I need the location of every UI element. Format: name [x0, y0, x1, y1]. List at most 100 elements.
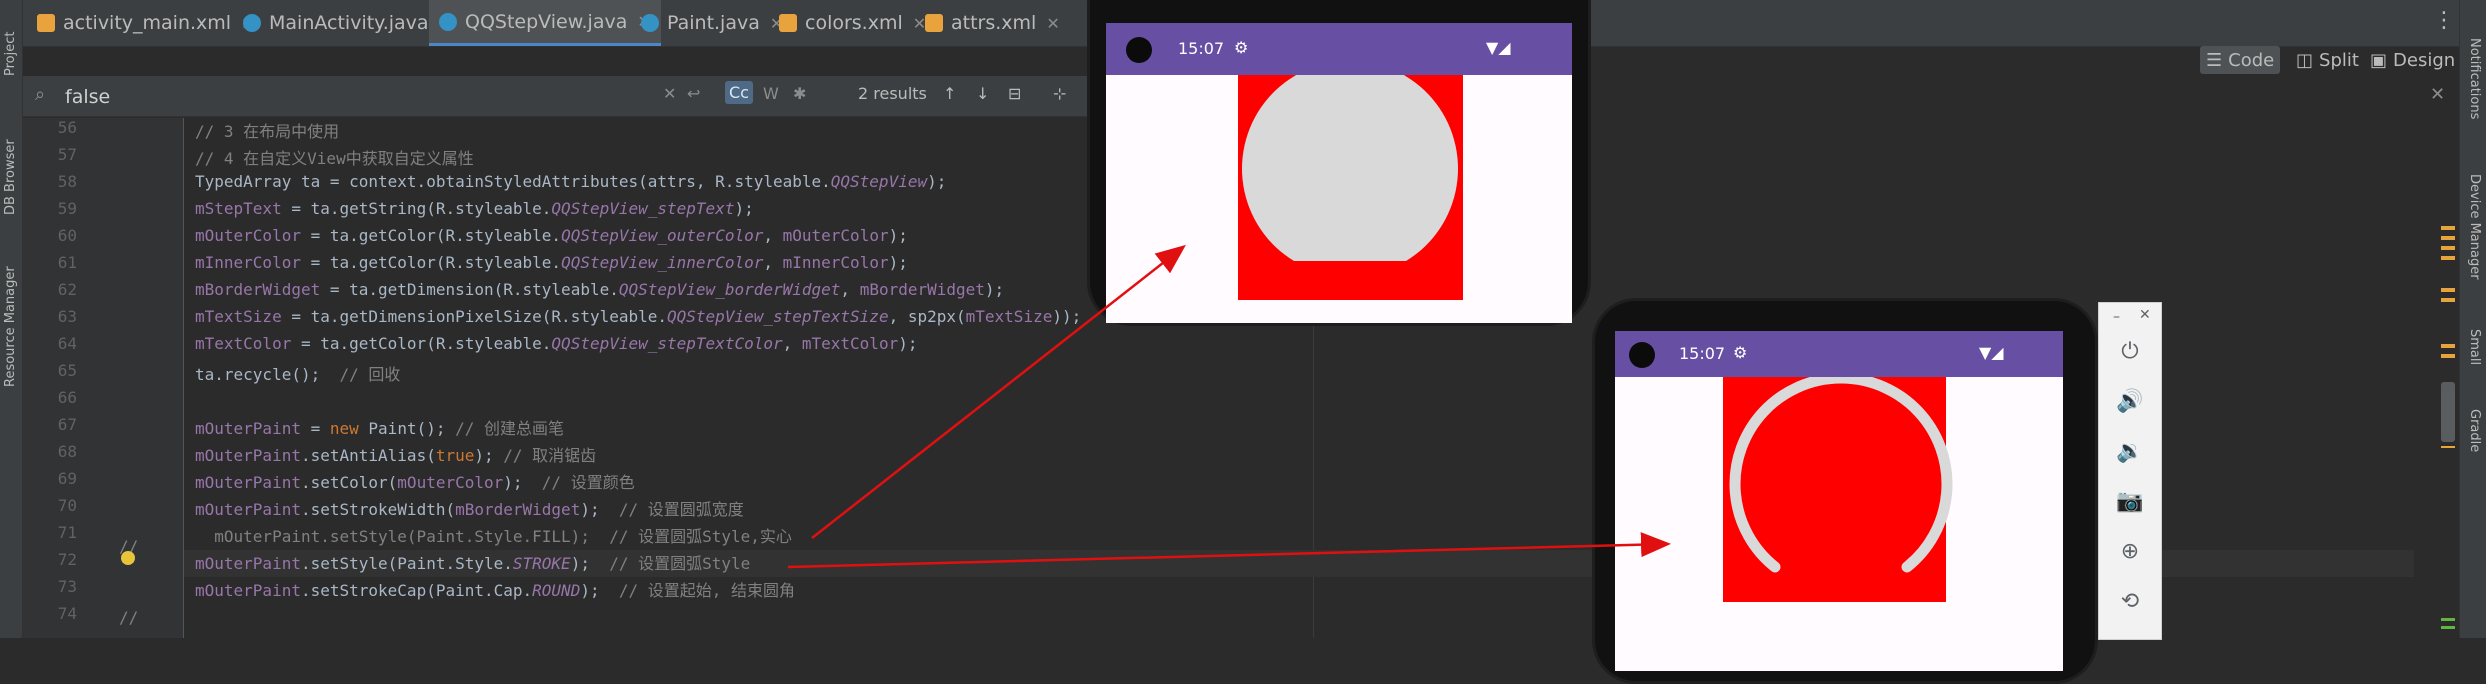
camera-cutout — [1126, 37, 1152, 63]
code-token: ); — [580, 500, 619, 519]
tab-activity-main-xml[interactable]: activity_main.xml✕ — [37, 0, 254, 46]
search-results-count: 2 results — [858, 84, 927, 103]
scroll-marker — [2441, 246, 2455, 250]
code-token: STROKE — [512, 554, 571, 573]
screenshot-icon[interactable]: 📷 — [2115, 487, 2145, 517]
scroll-marker — [2441, 226, 2455, 230]
class-file-icon — [641, 14, 659, 32]
code-token: ); — [570, 554, 610, 573]
tab-colors-xml[interactable]: colors.xml ✕ — [779, 0, 926, 46]
code-token: // 设置颜色 — [541, 473, 635, 492]
select-all-occurrences-icon[interactable]: ⊟ — [1008, 84, 1021, 103]
code-line: TypedArray ta = context.obtainStyledAttr… — [195, 172, 946, 191]
code-token: )); — [1052, 307, 1082, 326]
next-occurrence-icon[interactable]: ↓ — [976, 84, 989, 103]
prev-occurrence-icon[interactable]: ↑ — [943, 84, 956, 103]
code-token: mInnerColor — [195, 253, 301, 272]
wifi-signal-icon: ▼◢ — [1486, 38, 1511, 57]
code-icon: ☰ — [2206, 49, 2223, 71]
match-case-toggle[interactable]: Cc — [725, 81, 753, 104]
code-token: mOuterColor — [195, 226, 301, 245]
scroll-marker — [2441, 344, 2455, 348]
editor-gutter: 56 57 58 59 60 61 62 63 64 65 66 67 68 69 70 71 72 73 74 — [23, 118, 184, 638]
close-icon[interactable]: ✕ — [1046, 14, 1059, 33]
volume-down-icon[interactable]: 🔉 — [2115, 437, 2145, 467]
power-icon[interactable]: ⏻ — [2115, 337, 2145, 367]
code-token: ); — [580, 581, 619, 600]
line-number: 63 — [57, 307, 77, 326]
code-token: QQStepView_stepTextColor — [551, 334, 783, 353]
camera-cutout-2 — [1629, 342, 1655, 368]
lightbulb-icon[interactable] — [121, 551, 135, 565]
class-file-icon — [243, 14, 261, 32]
view-mode-bar: ☰ Code ◫ Split ▣ Design — [2200, 46, 2459, 76]
code-token: = — [300, 419, 330, 438]
tab-paint-java[interactable]: Paint.java ✕ — [641, 0, 783, 46]
wifi-signal-icon-2: ▼◢ — [1979, 343, 2004, 362]
code-token: .setAntiAlias( — [300, 446, 436, 465]
code-token: QQStepView_stepText — [551, 199, 735, 218]
code-token: ); — [734, 199, 754, 218]
code-token: // 取消锯齿 — [503, 446, 597, 465]
code-token: mTextSize — [965, 307, 1053, 326]
close-icon[interactable]: ✕ — [2139, 307, 2151, 323]
code-token: QQStepView — [830, 172, 928, 191]
status-time: 15:07 — [1178, 39, 1225, 58]
vertical-scrollbar-thumb[interactable] — [2441, 382, 2455, 442]
tab-attrs-xml[interactable]: attrs.xml ✕ — [925, 0, 1060, 46]
status-time-2: 15:07 — [1679, 344, 1726, 363]
scroll-marker — [2441, 354, 2455, 358]
zoom-icon[interactable]: ⊕ — [2115, 537, 2145, 567]
code-token: mTextColor — [801, 334, 899, 353]
xml-file-icon — [779, 14, 797, 32]
code-token: = ta.getDimensionPixelSize(R.styleable. — [281, 307, 668, 326]
code-token: mInnerColor — [782, 253, 889, 272]
search-icon: ⌕ — [35, 84, 46, 105]
code-line: mOuterColor = ta.getColor(R.styleable.QQ… — [195, 226, 908, 245]
code-token: mBorderWidget — [195, 280, 321, 299]
regex-toggle[interactable]: ✱ — [793, 84, 806, 103]
code-token: , — [840, 280, 860, 299]
code-mode-button[interactable]: ☰ Code — [2200, 46, 2281, 74]
filter-icon[interactable]: ⊹ — [1053, 84, 1066, 103]
code-token: ); — [984, 280, 1005, 299]
code-token: = ta.getColor(R.styleable. — [291, 334, 552, 353]
search-input[interactable] — [63, 82, 667, 112]
code-line: mOuterPaint.setStyle(Paint.Style.STROKE)… — [195, 550, 750, 574]
code-token: ); — [503, 473, 542, 492]
code-token: mOuterPaint — [195, 419, 301, 438]
code-token: .setStrokeCap(Paint.Cap. — [300, 581, 533, 600]
minimize-icon[interactable]: – — [2113, 309, 2120, 325]
tool-project[interactable]: Project — [0, 4, 22, 84]
words-toggle[interactable]: W — [763, 84, 779, 103]
line-number: 59 — [57, 199, 77, 218]
split-mode-button[interactable]: ◫ Split — [2290, 46, 2365, 74]
code-token: , sp2px( — [888, 307, 966, 326]
qq-step-view-fill — [1238, 75, 1463, 300]
more-tabs-icon[interactable]: ⋮ — [2433, 8, 2455, 33]
history-icon[interactable]: ↩ — [687, 84, 700, 103]
tab-mainactivity-java[interactable]: MainActivity.java✕ — [243, 0, 452, 46]
line-number: 58 — [57, 172, 77, 191]
xml-file-icon — [37, 14, 55, 32]
code-token: .setColor( — [300, 473, 398, 492]
code-token: QQStepView_borderWidget — [618, 280, 841, 299]
code-line: mOuterPaint.setStyle(Paint.Style.FILL); … — [195, 523, 792, 547]
code-token: mBorderWidget — [455, 500, 581, 519]
phone-screen-2[interactable]: 15:07 ⚙ ▼◢ — [1615, 331, 2063, 671]
code-token: = ta.getString(R.styleable. — [281, 199, 552, 218]
status-bar-2: 15:07 ⚙ ▼◢ — [1615, 331, 2063, 377]
clear-search-icon[interactable]: ✕ — [663, 84, 676, 103]
volume-up-icon[interactable]: 🔊 — [2115, 387, 2145, 417]
tab-qqstepview-java[interactable]: QQStepView.java✕ — [429, 0, 661, 46]
line-number: 64 — [57, 334, 77, 353]
rotate-icon[interactable]: ⟲ — [2115, 587, 2145, 617]
code-token: ); — [898, 334, 918, 353]
tool-resource-manager[interactable]: Resource Manager — [0, 235, 22, 387]
tool-db-browser[interactable]: DB Browser — [0, 105, 22, 215]
close-search-icon[interactable]: ✕ — [2430, 84, 2445, 105]
design-icon: ▣ — [2370, 49, 2388, 71]
line-number: 72 — [57, 550, 77, 569]
design-mode-button[interactable]: ▣ Design — [2364, 46, 2461, 74]
phone-screen[interactable]: 15:07 ⚙ ▼◢ — [1106, 23, 1572, 323]
